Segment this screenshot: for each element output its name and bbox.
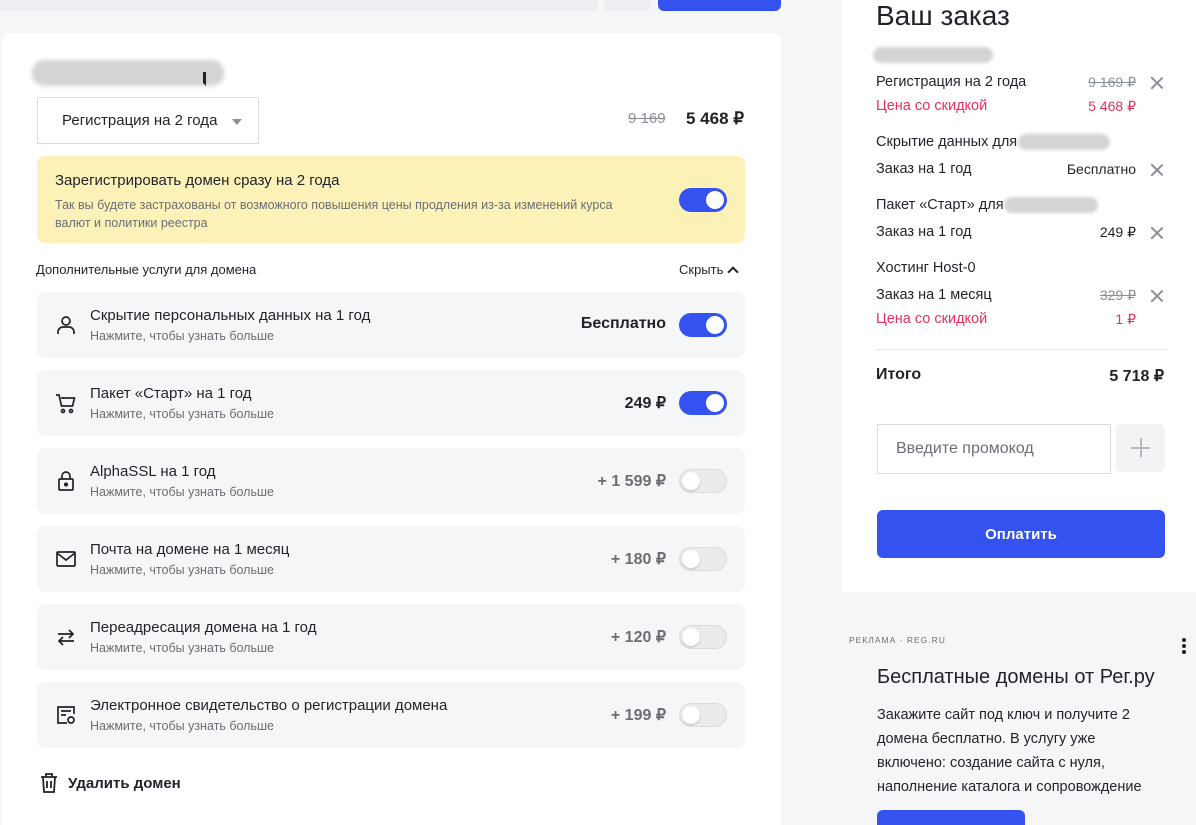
ad-title: Бесплатные домены от Рег.ру [877,666,1155,688]
order-item-price: 249 ₽ [1099,224,1136,240]
service-toggle-redirect[interactable] [679,625,727,649]
top-search-input-stub[interactable] [0,0,598,11]
service-row-mail[interactable]: Почта на домене на 1 месяц Нажмите, чтоб… [37,526,745,592]
ad-text: Закажите сайт под ключ и получите 2 доме… [877,707,1142,795]
order-item-price: Бесплатно [1066,161,1136,177]
two-year-toggle[interactable] [679,188,727,212]
redirect-icon [57,629,75,646]
service-title: Переадресация домена на 1 год [90,619,317,636]
service-toggle-alphassl[interactable] [679,469,727,493]
service-row-start-package[interactable]: Пакет «Старт» на 1 год Нажмите, чтобы уз… [37,370,745,436]
order-item-period: Заказ на 1 месяц [876,287,992,303]
toggle-knob [682,550,700,568]
service-subtitle: Нажмите, чтобы узнать больше [90,485,274,499]
order-item-name: Скрытие данных для [876,134,1018,150]
remove-item-button[interactable] [1150,76,1164,90]
ad-button[interactable] [877,810,1025,825]
toggle-knob [706,316,724,334]
delete-domain-label: Удалить домен [68,774,181,792]
hide-services-label: Скрыть [679,262,724,277]
more-options-icon[interactable] [1180,638,1188,656]
service-subtitle: Нажмите, чтобы узнать больше [90,407,274,421]
top-secondary-button-stub[interactable] [604,0,651,11]
toggle-knob [706,394,724,412]
two-year-banner: Зарегистрировать домен сразу на 2 года Т… [37,156,745,243]
pay-button-label: Оплатить [985,525,1057,543]
service-subtitle: Нажмите, чтобы узнать больше [90,563,274,577]
service-title: AlphaSSL на 1 год [90,463,216,480]
person-icon [57,316,75,334]
order-item-discount-price: 5 468 ₽ [1088,98,1136,114]
order-divider [876,349,1166,350]
service-subtitle: Нажмите, чтобы узнать больше [90,719,274,733]
delete-domain-button[interactable]: Удалить домен [40,772,181,794]
promo-apply-button[interactable] [1116,424,1165,472]
ad-tag: РЕКЛАМА · REG.RU [849,635,946,645]
order-item-name: Пакет «Старт» для [876,197,1004,213]
two-year-banner-description: Так вы будете застрахованы от возможного… [55,198,613,230]
service-toggle-certificate[interactable] [679,703,727,727]
domain-price-new: 5 468 ₽ [686,109,745,128]
trash-icon [41,773,57,793]
two-year-banner-title: Зарегистрировать домен сразу на 2 года [55,172,340,189]
service-toggle-start-package[interactable] [679,391,727,415]
registration-period-value: Регистрация на 2 года [62,112,218,129]
hide-services-link[interactable]: Скрыть [679,262,740,278]
remove-item-button[interactable] [1150,226,1164,240]
order-item-discount-label: Цена со скидкой [876,311,988,327]
service-row-alphassl[interactable]: AlphaSSL на 1 год Нажмите, чтобы узнать … [37,448,745,514]
toggle-knob [682,628,700,646]
order-title: Ваш заказ [876,0,1010,31]
service-price: 249 ₽ [624,395,666,412]
service-row-redirect[interactable]: Переадресация домена на 1 год Нажмите, ч… [37,604,745,670]
toggle-knob [682,706,700,724]
pay-button[interactable]: Оплатить [877,510,1165,558]
domain-price-old: 9 169 [628,110,666,127]
registration-period-select[interactable]: Регистрация на 2 года [37,97,259,144]
top-primary-button-stub[interactable] [658,0,781,11]
service-price: Бесплатно [580,315,666,332]
order-total-label: Итого [876,366,922,383]
order-total-value: 5 718 ₽ [1109,368,1164,385]
service-row-certificate[interactable]: Электронное свидетельство о регистрации … [37,682,745,748]
order-item-discount-price: 1 ₽ [1115,311,1136,327]
remove-item-button[interactable] [1150,289,1164,303]
toggle-knob [682,472,700,490]
services-heading: Дополнительные услуги для домена [36,262,257,277]
order-item-period: Заказ на 1 год [876,224,972,240]
toggle-knob [706,191,724,209]
order-item-domain-redacted [1018,134,1110,150]
service-price: + 199 ₽ [610,707,666,724]
service-toggle-mail[interactable] [679,547,727,571]
order-item-price-old: 329 ₽ [1099,287,1136,303]
service-title: Пакет «Старт» на 1 год [90,385,252,402]
service-title: Скрытие персональных данных на 1 год [90,307,371,324]
service-price: + 180 ₽ [610,551,666,568]
order-item-name: Хостинг Host-0 [876,260,976,276]
order-domain-redacted [873,47,993,63]
service-title: Почта на домене на 1 месяц [90,541,290,558]
promo-code-input[interactable] [877,424,1111,474]
domain-name-redacted [32,60,224,86]
lock-icon [58,471,74,491]
service-title: Электронное свидетельство о регистрации … [90,697,448,714]
order-item-period: Заказ на 1 год [876,161,972,177]
chevron-up-icon [727,265,740,278]
service-row-privacy[interactable]: Скрытие персональных данных на 1 год Наж… [37,292,745,358]
service-price: + 120 ₽ [610,629,666,646]
remove-item-button[interactable] [1150,163,1164,177]
order-item-name: Регистрация на 2 года [876,74,1027,90]
chevron-down-icon [232,119,242,125]
mail-icon [56,551,76,567]
service-toggle-privacy[interactable] [679,313,727,337]
service-subtitle: Нажмите, чтобы узнать больше [90,641,274,655]
service-price: + 1 599 ₽ [597,473,666,490]
order-item-domain-redacted [1004,197,1098,213]
service-subtitle: Нажмите, чтобы узнать больше [90,329,274,343]
certificate-icon [57,706,75,724]
order-item-price-old: 9 169 ₽ [1088,74,1136,90]
cart-icon [56,394,76,414]
domain-name-tail [198,72,206,86]
order-item-discount-label: Цена со скидкой [876,98,988,114]
